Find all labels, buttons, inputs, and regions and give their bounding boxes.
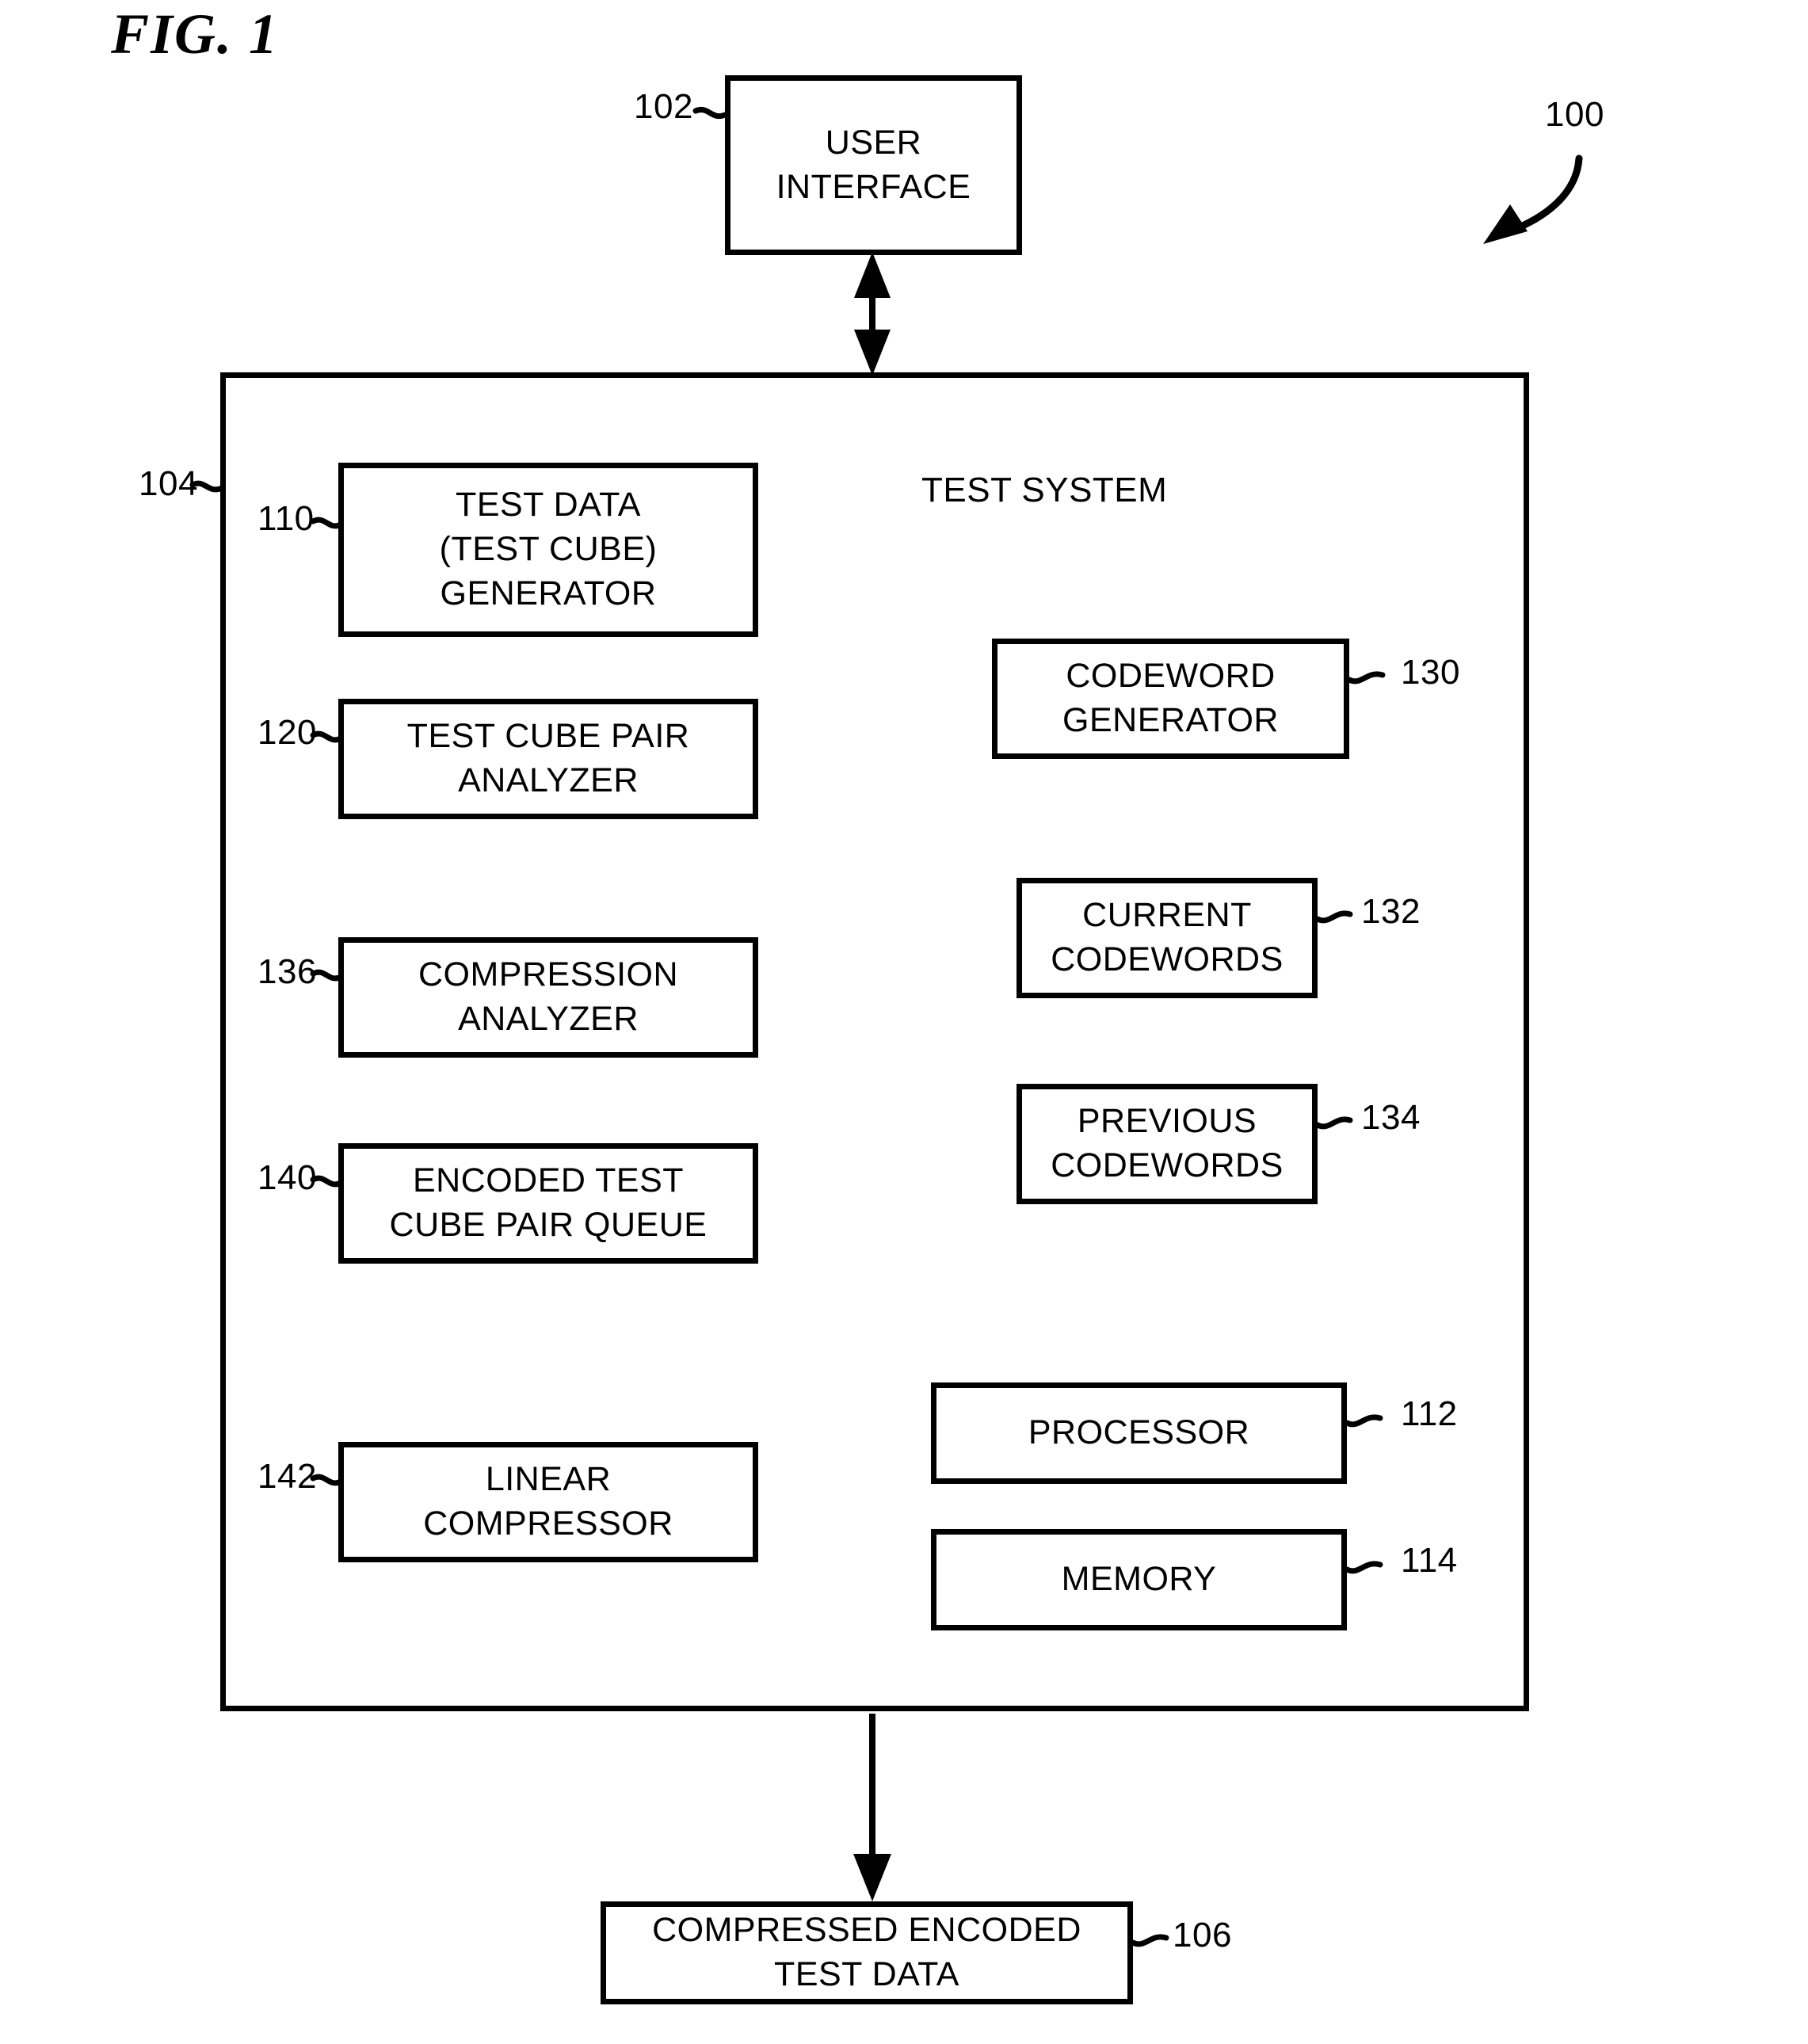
test-system-to-output-arrow: [853, 1714, 891, 1901]
ref-numeral-140: 140: [257, 1158, 317, 1197]
ref-numeral-120: 120: [257, 713, 317, 752]
ref-numeral-136: 136: [257, 952, 317, 991]
test-system-title: TEST SYSTEM: [921, 471, 1168, 509]
current-codewords-box: CURRENT CODEWORDS: [1017, 878, 1318, 998]
user-interface-box: USER INTERFACE: [725, 75, 1022, 255]
linear-compressor-box: LINEAR COMPRESSOR: [338, 1442, 758, 1562]
ref-numeral-100: 100: [1545, 95, 1604, 134]
system-ref-leader-arrow: [1483, 154, 1583, 244]
ref-numeral-106: 106: [1173, 1916, 1232, 1954]
codeword-generator-box: CODEWORD GENERATOR: [992, 639, 1349, 759]
patent-figure: FIG. 1 100 USER INTERFACE 102 TEST SYSTE…: [0, 0, 1808, 2044]
figure-title: FIG. 1: [111, 2, 280, 66]
user-interface-label: USER INTERFACE: [776, 123, 971, 206]
linear-compressor-label: LINEAR COMPRESSOR: [423, 1460, 673, 1543]
test-data-generator-box: TEST DATA (TEST CUBE) GENERATOR: [338, 463, 758, 637]
ref-numeral-110: 110: [257, 499, 315, 538]
processor-box: PROCESSOR: [931, 1382, 1347, 1484]
ui-to-test-system-arrow: [854, 252, 891, 376]
ref-numeral-134: 134: [1361, 1098, 1421, 1137]
memory-box: MEMORY: [931, 1529, 1347, 1630]
ref-numeral-132: 132: [1361, 892, 1421, 931]
test-cube-pair-analyzer-label: TEST CUBE PAIR ANALYZER: [406, 717, 690, 799]
encoded-test-cube-pair-queue-box: ENCODED TEST CUBE PAIR QUEUE: [338, 1143, 758, 1264]
previous-codewords-label: PREVIOUS CODEWORDS: [1051, 1102, 1284, 1184]
processor-label: PROCESSOR: [1028, 1413, 1250, 1452]
ref-numeral-130: 130: [1401, 653, 1460, 692]
ref-numeral-114: 114: [1401, 1541, 1458, 1580]
compression-analyzer-label: COMPRESSION ANALYZER: [418, 955, 679, 1038]
compressed-encoded-test-data-box: COMPRESSED ENCODED TEST DATA: [601, 1901, 1133, 2004]
memory-label: MEMORY: [1061, 1560, 1217, 1599]
ref-numeral-142: 142: [257, 1457, 317, 1496]
test-cube-pair-analyzer-box: TEST CUBE PAIR ANALYZER: [338, 699, 758, 819]
compression-analyzer-box: COMPRESSION ANALYZER: [338, 937, 758, 1058]
encoded-test-cube-pair-queue-label: ENCODED TEST CUBE PAIR QUEUE: [389, 1161, 708, 1244]
codeword-generator-label: CODEWORD GENERATOR: [1062, 657, 1279, 739]
test-data-generator-label: TEST DATA (TEST CUBE) GENERATOR: [439, 486, 658, 612]
compressed-encoded-test-data-label: COMPRESSED ENCODED TEST DATA: [652, 1911, 1081, 1993]
current-codewords-label: CURRENT CODEWORDS: [1051, 896, 1284, 978]
ref-numeral-112: 112: [1401, 1394, 1458, 1433]
previous-codewords-box: PREVIOUS CODEWORDS: [1017, 1084, 1318, 1204]
ref-numeral-104: 104: [139, 464, 198, 503]
ref-numeral-102: 102: [634, 87, 693, 126]
